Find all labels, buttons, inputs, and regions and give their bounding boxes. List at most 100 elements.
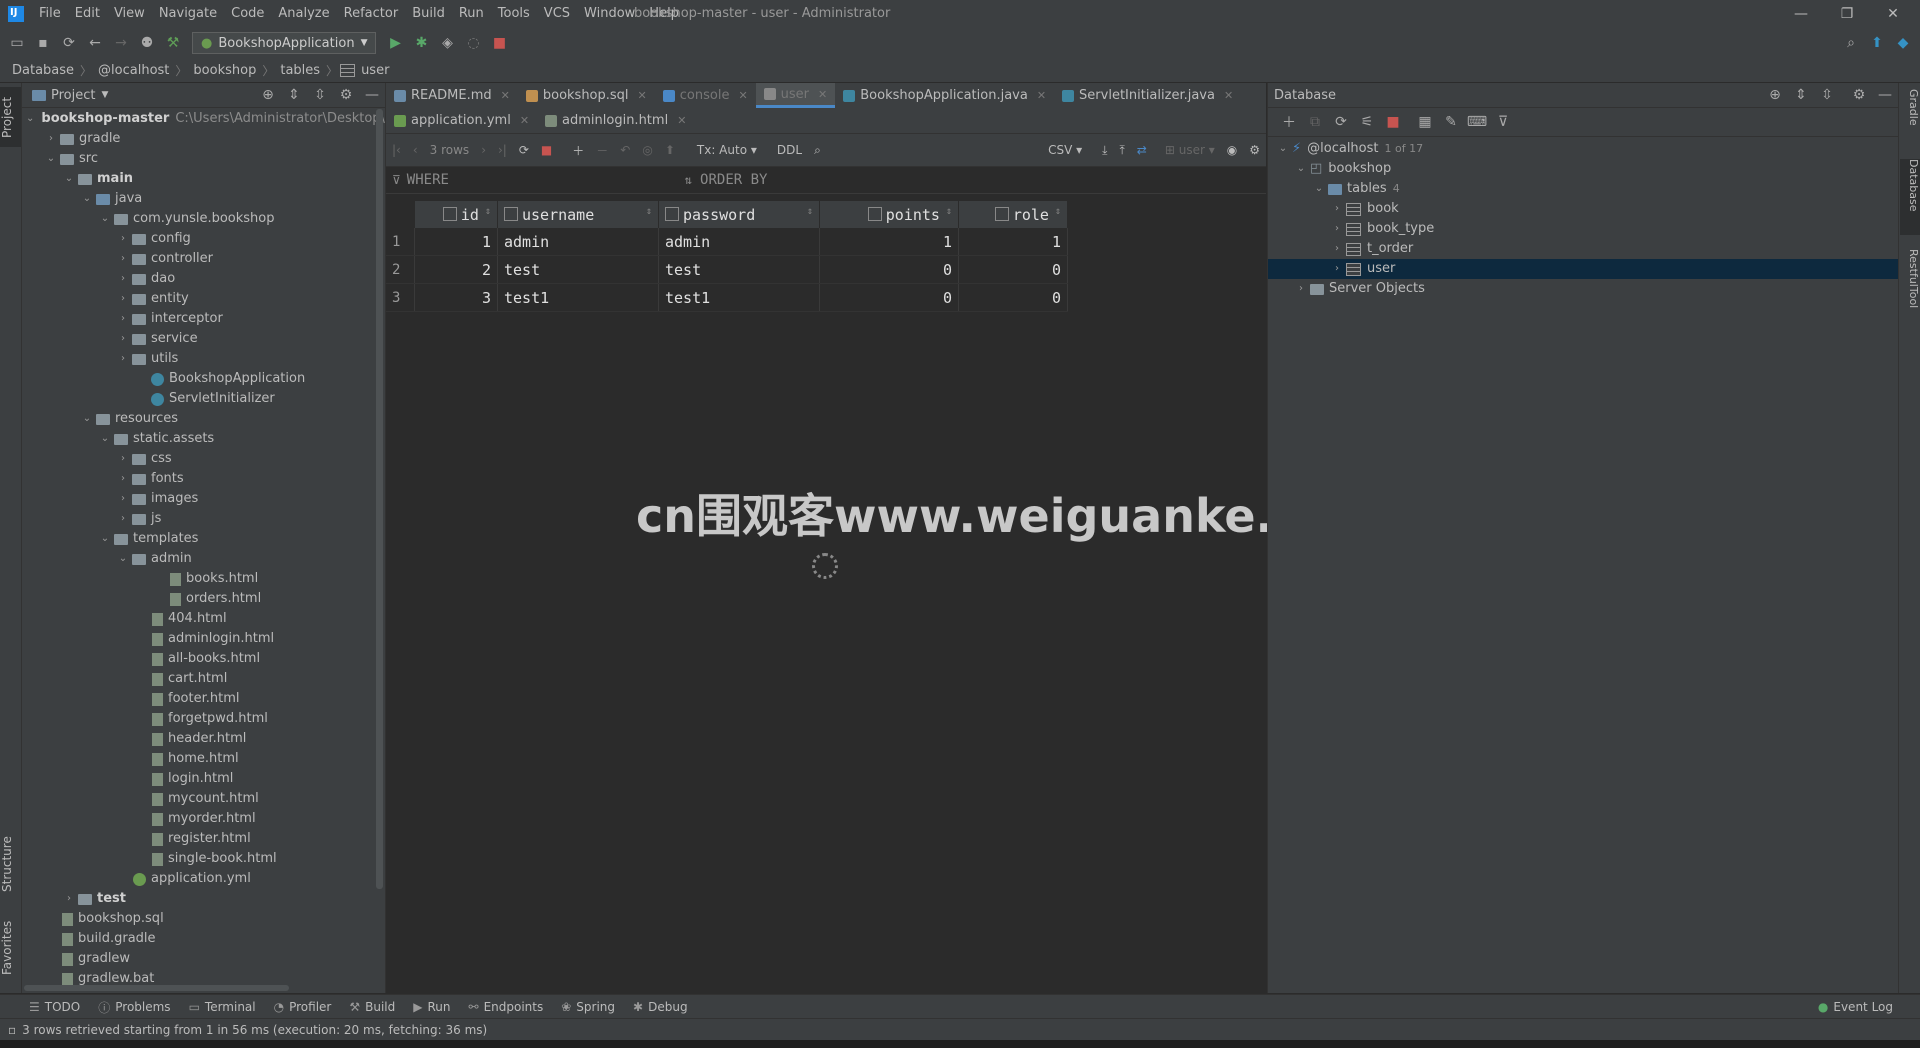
- cell-points[interactable]: 0: [819, 255, 959, 284]
- ddl-button[interactable]: DDL: [771, 143, 808, 157]
- locate-icon[interactable]: ⊕: [1764, 84, 1786, 106]
- chevron-down-icon[interactable]: ⌄: [80, 409, 94, 429]
- sort-icon[interactable]: ⇕: [946, 206, 952, 217]
- breadcrumb-host[interactable]: @localhost: [92, 63, 175, 78]
- sort-icon[interactable]: ⇕: [1055, 206, 1061, 217]
- cell-role[interactable]: 0: [958, 283, 1068, 312]
- menu-view[interactable]: View: [107, 0, 152, 28]
- chevron-right-icon[interactable]: ›: [116, 269, 130, 289]
- open-folder-icon[interactable]: ▭: [6, 32, 28, 54]
- menu-analyze[interactable]: Analyze: [271, 0, 336, 28]
- cell-username[interactable]: admin: [497, 228, 659, 256]
- menu-code[interactable]: Code: [224, 0, 271, 28]
- update-icon[interactable]: ⬆: [1866, 32, 1888, 54]
- tool-debug-button[interactable]: ✱ Debug: [624, 1000, 697, 1014]
- table-row[interactable]: 1 1 admin admin 1 1: [386, 228, 1068, 256]
- tree-item[interactable]: ⌄ templates: [22, 529, 385, 549]
- profile-icon[interactable]: ◌: [462, 32, 484, 54]
- next-page-icon[interactable]: ›: [475, 143, 492, 157]
- status-icon[interactable]: ▫: [8, 1023, 16, 1037]
- chevron-right-icon[interactable]: ›: [116, 509, 130, 529]
- tree-item[interactable]: ⌄ main: [22, 169, 385, 189]
- menu-run[interactable]: Run: [452, 0, 491, 28]
- edit-icon[interactable]: ✎: [1440, 111, 1462, 133]
- stop-icon[interactable]: ■: [535, 143, 558, 157]
- gear-icon[interactable]: ⚙: [335, 84, 357, 106]
- tree-item[interactable]: all-books.html: [22, 649, 385, 669]
- cell-username[interactable]: test1: [497, 283, 659, 312]
- gear-icon[interactable]: ⚙: [1243, 143, 1266, 157]
- close-icon[interactable]: ✕: [638, 89, 647, 102]
- sync-icon[interactable]: ⟳: [58, 32, 80, 54]
- chevron-down-icon[interactable]: ⌄: [80, 189, 94, 209]
- tree-item[interactable]: › config: [22, 229, 385, 249]
- column-header-password[interactable]: password ⇕: [658, 201, 820, 228]
- chevron-right-icon[interactable]: ›: [44, 129, 58, 149]
- collapse-all-icon[interactable]: ⇳: [1816, 84, 1838, 106]
- cell-role[interactable]: 1: [958, 228, 1068, 256]
- restore-button[interactable]: ❐: [1824, 0, 1870, 28]
- close-icon[interactable]: ✕: [1224, 89, 1233, 102]
- debug-icon[interactable]: ✱: [410, 32, 432, 54]
- table-row[interactable]: 2 2 test test 0 0: [386, 255, 1068, 284]
- tree-item[interactable]: footer.html: [22, 689, 385, 709]
- tree-item[interactable]: ⌄ java: [22, 189, 385, 209]
- cell-id[interactable]: 1: [414, 228, 498, 256]
- tx-mode-dropdown[interactable]: Tx: Auto ▾: [691, 143, 763, 157]
- tree-item[interactable]: › gradle: [22, 129, 385, 149]
- tree-item[interactable]: build.gradle: [22, 929, 385, 949]
- locate-icon[interactable]: ⊕: [257, 84, 279, 106]
- tree-item[interactable]: myorder.html: [22, 809, 385, 829]
- tree-root[interactable]: ⌄ bookshop-master C:\Users\Administrator…: [22, 109, 385, 129]
- tree-item[interactable]: › js: [22, 509, 385, 529]
- favorites-tool-tab[interactable]: Favorites: [0, 915, 21, 981]
- search-icon[interactable]: ⌕: [1840, 32, 1862, 54]
- cell-password[interactable]: test: [658, 255, 820, 284]
- cell-points[interactable]: 0: [819, 283, 959, 312]
- event-log-button[interactable]: ● Event Log: [1809, 1000, 1902, 1014]
- search-icon[interactable]: ⌕: [808, 143, 827, 158]
- back-icon[interactable]: ←: [84, 32, 106, 54]
- menu-edit[interactable]: Edit: [68, 0, 107, 28]
- tool-terminal-button[interactable]: ▭ Terminal: [180, 1000, 265, 1014]
- tree-item[interactable]: › utils: [22, 349, 385, 369]
- expand-all-icon[interactable]: ⇕: [283, 84, 305, 106]
- db-table-book[interactable]: › book: [1268, 199, 1898, 219]
- chevron-right-icon[interactable]: ›: [62, 889, 76, 909]
- tool-run-button[interactable]: ▶ Run: [404, 1000, 459, 1014]
- delete-row-icon[interactable]: －: [590, 142, 614, 159]
- chevron-down-icon[interactable]: ⌄: [116, 549, 130, 569]
- tree-item[interactable]: bookshop.sql: [22, 909, 385, 929]
- editor-tab[interactable]: BookshopApplication.java ✕: [835, 83, 1054, 108]
- restfultool-tool-tab[interactable]: RestfulTool: [1900, 249, 1920, 339]
- chevron-down-icon[interactable]: ▼: [101, 90, 108, 100]
- build-hammer-icon[interactable]: ⚒: [162, 32, 184, 54]
- chevron-right-icon[interactable]: ›: [116, 449, 130, 469]
- project-scrollbar[interactable]: [376, 109, 383, 889]
- structure-tool-tab[interactable]: Structure: [0, 829, 21, 899]
- cell-id[interactable]: 3: [414, 283, 498, 312]
- tree-item[interactable]: › entity: [22, 289, 385, 309]
- close-icon[interactable]: ✕: [501, 89, 510, 102]
- cell-points[interactable]: 1: [819, 228, 959, 256]
- breadcrumb-table[interactable]: user: [361, 63, 395, 78]
- tree-item[interactable]: login.html: [22, 769, 385, 789]
- chevron-right-icon[interactable]: ›: [116, 469, 130, 489]
- stop-icon[interactable]: ■: [1382, 111, 1404, 133]
- menu-tools[interactable]: Tools: [491, 0, 537, 28]
- tree-item[interactable]: › interceptor: [22, 309, 385, 329]
- editor-tab[interactable]: README.md ✕: [386, 83, 518, 108]
- tool-spring-button[interactable]: ❀ Spring: [552, 1000, 624, 1014]
- rows-count-dropdown[interactable]: 3 rows: [424, 143, 476, 157]
- chevron-right-icon[interactable]: ›: [116, 489, 130, 509]
- menu-refactor[interactable]: Refactor: [337, 0, 406, 28]
- gear-icon[interactable]: ⚙: [1848, 84, 1870, 106]
- menu-build[interactable]: Build: [405, 0, 452, 28]
- chevron-right-icon[interactable]: ›: [1330, 219, 1344, 239]
- breadcrumb-tables[interactable]: tables: [274, 63, 326, 78]
- download-icon[interactable]: ⤓: [1096, 143, 1113, 158]
- submit-icon[interactable]: ⬆: [659, 143, 681, 157]
- chevron-right-icon[interactable]: ›: [116, 249, 130, 269]
- where-filter-input[interactable]: WHERE: [407, 172, 685, 188]
- project-hscrollbar[interactable]: [24, 985, 289, 991]
